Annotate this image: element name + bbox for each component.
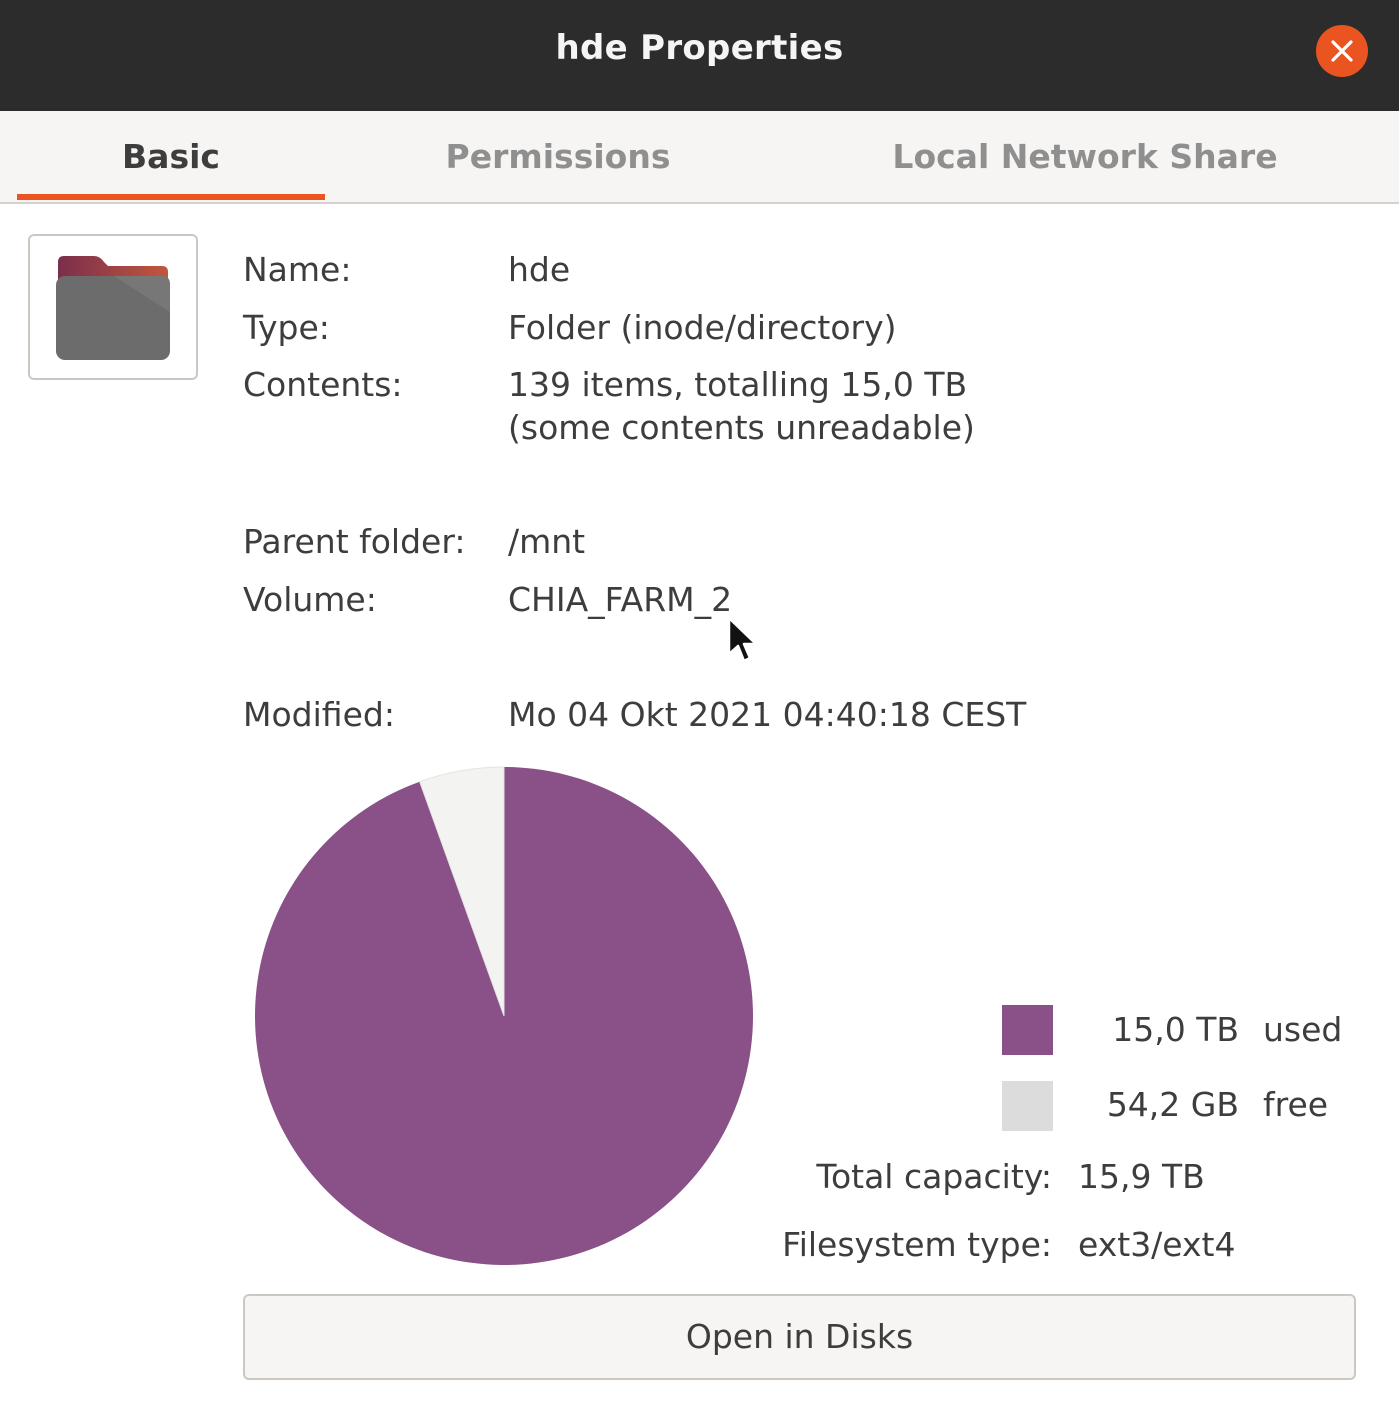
- free-amount: 54,2 GB: [1106, 1085, 1239, 1124]
- type-value: Folder (inode/directory): [508, 308, 897, 347]
- open-in-disks-button[interactable]: Open in Disks: [243, 1294, 1356, 1380]
- total-capacity-label: Total capacity:: [816, 1157, 1052, 1196]
- volume-value: CHIA_FARM_2: [508, 580, 733, 619]
- contents-value-line1: 139 items, totalling 15,0 TB: [508, 365, 968, 404]
- active-tab-indicator: [17, 194, 325, 200]
- mouse-pointer-icon: [727, 616, 758, 663]
- free-word: free: [1263, 1085, 1329, 1124]
- volume-label: Volume:: [243, 580, 377, 619]
- close-icon: [1331, 40, 1353, 62]
- used-amount: 15,0 TB: [1112, 1010, 1239, 1049]
- filesystem-type-value: ext3/ext4: [1078, 1225, 1236, 1264]
- parent-folder-value: /mnt: [508, 522, 586, 561]
- tab-basic[interactable]: Basic: [17, 111, 325, 202]
- modified-value: Mo 04 Okt 2021 04:40:18 CEST: [508, 695, 1027, 734]
- title-bar: hde Properties: [0, 0, 1399, 111]
- tab-bar: Basic Permissions Local Network Share: [0, 111, 1399, 204]
- type-label: Type:: [243, 308, 330, 347]
- tab-permissions[interactable]: Permissions: [400, 111, 716, 202]
- filesystem-type-label: Filesystem type:: [782, 1225, 1052, 1264]
- close-button[interactable]: [1316, 25, 1368, 77]
- total-capacity-value: 15,9 TB: [1078, 1157, 1205, 1196]
- tab-local-network-share[interactable]: Local Network Share: [860, 111, 1310, 202]
- contents-label: Contents:: [243, 365, 403, 404]
- name-label: Name:: [243, 250, 352, 289]
- folder-icon: [56, 256, 170, 360]
- parent-folder-label: Parent folder:: [243, 522, 466, 561]
- modified-label: Modified:: [243, 695, 395, 734]
- contents-value-line2: (some contents unreadable): [508, 408, 975, 447]
- window-title: hde Properties: [555, 28, 844, 68]
- used-word: used: [1263, 1010, 1343, 1049]
- name-value: hde: [508, 250, 571, 289]
- folder-icon-button[interactable]: [28, 234, 198, 380]
- properties-window: hde Properties Basic Permissions Local N…: [0, 0, 1399, 1419]
